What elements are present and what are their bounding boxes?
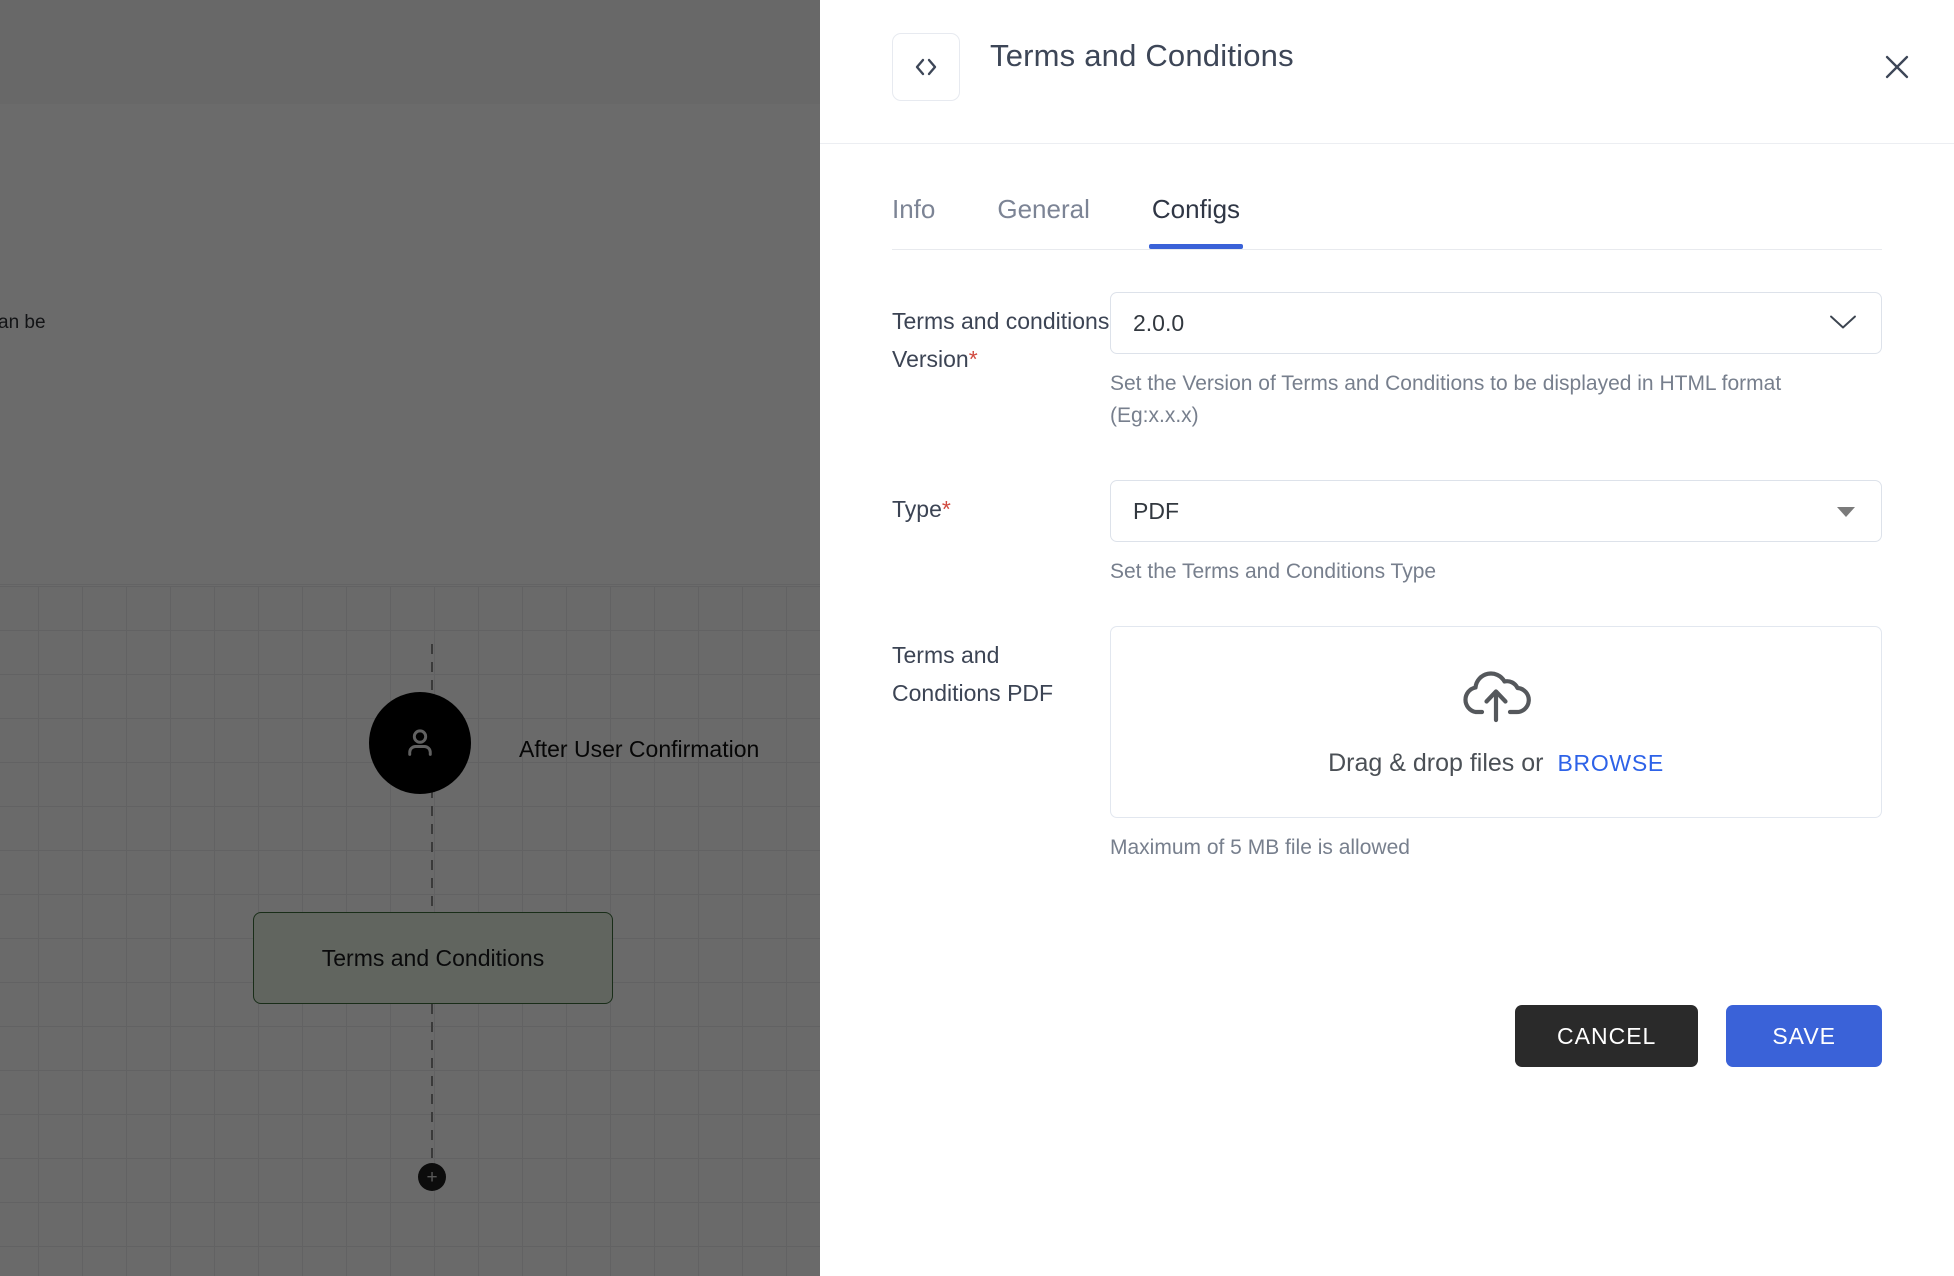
file-dropzone[interactable]: Drag & drop files or BROWSE <box>1110 626 1882 818</box>
cloud-upload-icon <box>1458 666 1534 733</box>
type-label: Type* <box>892 490 1110 528</box>
type-hint: Set the Terms and Conditions Type <box>1110 560 1437 583</box>
version-label: Terms and conditions Version* <box>892 302 1110 378</box>
type-field-wrap: PDF Set the Terms and Conditions Type <box>1110 480 1882 588</box>
modal-scrim[interactable] <box>0 0 820 1276</box>
field-row-version: Terms and conditions Version* 2.0.0 Set … <box>892 292 1882 432</box>
chevron-down-icon <box>1829 310 1857 337</box>
pdf-label: Terms and Conditions PDF <box>892 642 1054 706</box>
version-label-wrap: Terms and conditions Version* <box>892 292 1110 432</box>
pdf-hint: Maximum of 5 MB file is allowed <box>1110 836 1410 859</box>
type-label-text: Type <box>892 496 942 522</box>
type-label-wrap: Type* <box>892 480 1110 588</box>
browse-button[interactable]: BROWSE <box>1557 750 1663 777</box>
version-value: 2.0.0 <box>1133 309 1185 336</box>
save-button[interactable]: SAVE <box>1726 1005 1882 1067</box>
app-root: an be After User Confirmation Terms and … <box>0 0 1954 1276</box>
page-title: Terms and Conditions <box>990 38 1294 73</box>
details-drawer: Terms and Conditions Info General Config… <box>820 0 1954 1276</box>
dropzone-text-row: Drag & drop files or BROWSE <box>1328 749 1664 778</box>
type-select[interactable]: PDF <box>1110 480 1882 542</box>
code-brackets-icon <box>892 33 960 101</box>
tab-info[interactable]: Info <box>892 194 935 249</box>
tab-general[interactable]: General <box>997 194 1090 249</box>
close-button[interactable] <box>1870 40 1924 94</box>
pdf-label-wrap: Terms and Conditions PDF <box>892 626 1110 864</box>
version-hint: Set the Version of Terms and Conditions … <box>1110 372 1782 427</box>
version-required-asterisk: * <box>968 346 978 372</box>
pdf-field-wrap: Drag & drop files or BROWSE Maximum of 5… <box>1110 626 1882 864</box>
version-select[interactable]: 2.0.0 <box>1110 292 1882 354</box>
type-required-asterisk: * <box>941 496 951 522</box>
dropzone-text: Drag & drop files or <box>1328 749 1544 777</box>
flow-canvas[interactable]: an be After User Confirmation Terms and … <box>0 0 820 1276</box>
tab-bar: Info General Configs <box>892 170 1882 250</box>
version-field-wrap: 2.0.0 Set the Version of Terms and Condi… <box>1110 292 1882 432</box>
tab-configs[interactable]: Configs <box>1148 194 1244 249</box>
field-row-type: Type* PDF Set the Terms and Conditions T… <box>892 480 1882 588</box>
action-buttons: CANCEL SAVE <box>1515 1005 1882 1067</box>
drawer-header: Terms and Conditions <box>820 0 1954 144</box>
type-value: PDF <box>1133 497 1179 524</box>
caret-down-icon <box>1837 507 1855 517</box>
version-label-text: Terms and conditions Version <box>892 308 1110 372</box>
close-icon <box>1880 50 1914 84</box>
configs-form: Terms and conditions Version* 2.0.0 Set … <box>892 292 1882 864</box>
field-row-pdf: Terms and Conditions PDF Drag & drop fil… <box>892 626 1882 864</box>
cancel-button[interactable]: CANCEL <box>1515 1005 1699 1067</box>
